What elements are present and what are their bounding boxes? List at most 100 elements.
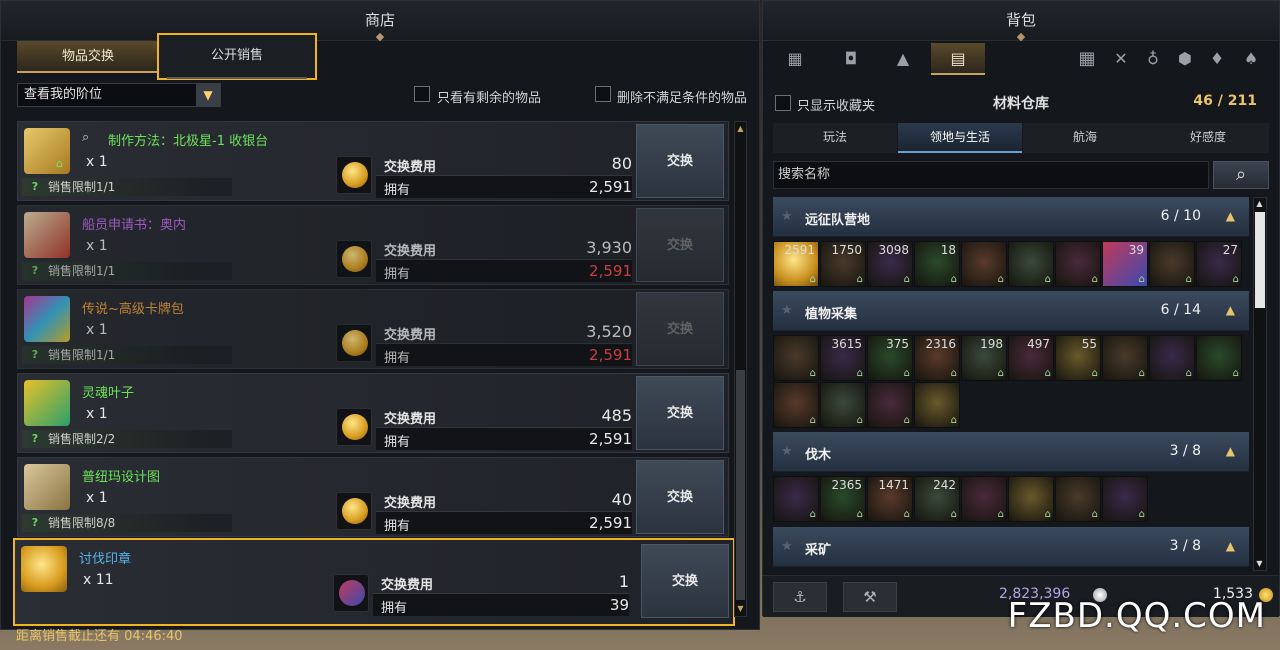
- remaining-only-checkbox[interactable]: [414, 86, 430, 102]
- collapse-icon[interactable]: ▲: [1226, 303, 1235, 317]
- watermark: FZBD.QQ.COM: [1007, 596, 1266, 636]
- exchange-button[interactable]: 交换: [636, 208, 724, 282]
- divider: [376, 175, 632, 176]
- category-header[interactable]: ★ 远征队营地 6 / 10 ▲: [773, 197, 1249, 237]
- slot-count: 2591: [784, 243, 815, 257]
- divider: [376, 511, 632, 512]
- material-slot[interactable]: ⌂: [914, 382, 960, 428]
- question-icon: ?: [31, 432, 39, 445]
- material-slot[interactable]: ⌂: [773, 335, 819, 381]
- currency-icon: [336, 156, 372, 194]
- material-slot[interactable]: ⌂: [1102, 476, 1148, 522]
- backpack-icon[interactable]: ◘: [831, 43, 871, 75]
- subtab-gameplay[interactable]: 玩法: [773, 123, 897, 153]
- material-slot[interactable]: ⌂: [1055, 476, 1101, 522]
- anchor-icon[interactable]: ⚓: [773, 582, 827, 612]
- exchange-button[interactable]: 交换: [636, 460, 724, 534]
- bag-scrollbar[interactable]: ▲ ▼: [1253, 197, 1267, 571]
- material-book-icon[interactable]: ▤: [931, 43, 985, 75]
- material-slot[interactable]: 55 ⌂: [1055, 335, 1101, 381]
- material-slot[interactable]: ⌂: [1008, 241, 1054, 287]
- material-slot[interactable]: 3098 ⌂: [867, 241, 913, 287]
- material-slot[interactable]: ⌂: [1149, 241, 1195, 287]
- slot-count: 2365: [831, 478, 862, 492]
- item-name: 普纽玛设计图: [82, 470, 161, 485]
- search-icon[interactable]: ⌕: [1213, 161, 1269, 189]
- exchange-button[interactable]: 交换: [636, 376, 724, 450]
- material-slot[interactable]: 2316 ⌂: [914, 335, 960, 381]
- material-slot[interactable]: ⌂: [820, 382, 866, 428]
- home-icon: ⌂: [903, 509, 910, 520]
- hammer-icon[interactable]: ⚒: [843, 582, 897, 612]
- material-slot[interactable]: ⌂: [867, 382, 913, 428]
- cost-box: 交换费用 40 拥有 2,591: [336, 490, 632, 534]
- material-slot[interactable]: 27 ⌂: [1196, 241, 1242, 287]
- category-header[interactable]: ★ 植物采集 6 / 14 ▲: [773, 291, 1249, 331]
- remove-unmet-checkbox[interactable]: [595, 86, 611, 102]
- category-header[interactable]: ★ 采矿 3 / 8 ▲: [773, 527, 1249, 567]
- subtab-rapport[interactable]: 好感度: [1147, 123, 1269, 153]
- item-quantity: x 1: [86, 322, 108, 338]
- material-slot[interactable]: ⌂: [773, 476, 819, 522]
- rank-dropdown[interactable]: 查看我的阶位 ▼: [17, 83, 221, 107]
- material-slot[interactable]: 3615 ⌂: [820, 335, 866, 381]
- currency-icon: [336, 240, 372, 278]
- scroll-up-icon[interactable]: ▲: [735, 123, 746, 135]
- exchange-button[interactable]: 交换: [636, 292, 724, 366]
- grid-view-icon[interactable]: ▦: [775, 43, 815, 75]
- material-slot[interactable]: ⌂: [961, 241, 1007, 287]
- scroll-down-icon[interactable]: ▼: [1254, 558, 1265, 570]
- subtab-sailing[interactable]: 航海: [1023, 123, 1147, 153]
- home-icon: ⌂: [1185, 274, 1192, 285]
- scroll-thumb[interactable]: [736, 370, 745, 600]
- shop-panel: 商店 ◆ 物品交换 公开销售 查看我的阶位 ▼ 只看有剩余的物品 删除不满足条件…: [0, 0, 760, 630]
- material-slot[interactable]: 1750 ⌂: [820, 241, 866, 287]
- material-slot[interactable]: 242 ⌂: [914, 476, 960, 522]
- tab-item-exchange[interactable]: 物品交换: [17, 41, 159, 73]
- material-slot[interactable]: 18 ⌂: [914, 241, 960, 287]
- home-icon: ⌂: [950, 415, 957, 426]
- star-icon[interactable]: ★: [781, 539, 793, 554]
- material-slot[interactable]: 198 ⌂: [961, 335, 1007, 381]
- material-slot[interactable]: ⌂: [1102, 335, 1148, 381]
- collapse-icon[interactable]: ▲: [1226, 444, 1235, 458]
- scroll-thumb[interactable]: [1255, 212, 1265, 308]
- currency-icon: [333, 574, 369, 612]
- tab-public-sale[interactable]: 公开销售: [157, 33, 317, 80]
- subtab-stronghold-life[interactable]: 领地与生活: [898, 123, 1022, 153]
- exchange-button[interactable]: 交换: [636, 124, 724, 198]
- cards-icon[interactable]: ♠: [1231, 43, 1271, 75]
- hat-icon[interactable]: ▲: [883, 43, 923, 75]
- question-icon: ?: [31, 180, 39, 193]
- scroll-down-icon[interactable]: ▼: [735, 603, 746, 615]
- collapse-icon[interactable]: ▲: [1226, 209, 1235, 223]
- shop-scrollbar[interactable]: ▲ ▼: [734, 121, 747, 617]
- storage-subtabs: 玩法 领地与生活 航海 好感度: [773, 123, 1269, 155]
- slot-count: 55: [1081, 337, 1097, 351]
- collapse-icon[interactable]: ▲: [1226, 539, 1235, 553]
- material-slot[interactable]: 2365 ⌂: [820, 476, 866, 522]
- star-icon[interactable]: ★: [781, 209, 793, 224]
- magnifier-icon[interactable]: ⌕: [82, 130, 89, 145]
- material-slot[interactable]: ⌂: [1008, 476, 1054, 522]
- material-slot[interactable]: ⌂: [961, 476, 1007, 522]
- category-header[interactable]: ★ 伐木 3 / 8 ▲: [773, 432, 1249, 472]
- material-slot[interactable]: 1471 ⌂: [867, 476, 913, 522]
- material-slot[interactable]: 497 ⌂: [1008, 335, 1054, 381]
- material-slot[interactable]: 2591 ⌂: [773, 241, 819, 287]
- material-slot[interactable]: ⌂: [1196, 335, 1242, 381]
- star-icon[interactable]: ★: [781, 303, 793, 318]
- material-slot[interactable]: 375 ⌂: [867, 335, 913, 381]
- chevron-down-icon[interactable]: ▼: [196, 84, 220, 106]
- material-slot[interactable]: 39 ⌂: [1102, 241, 1148, 287]
- sale-item-list: ⌂ ⌕ 制作方法：北极星-1 收银台 x 1 ? 销售限制1/1 交换费用 80 …: [13, 121, 735, 626]
- cost-label: 交换费用: [384, 496, 437, 511]
- material-slot[interactable]: ⌂: [773, 382, 819, 428]
- scroll-up-icon[interactable]: ▲: [1254, 198, 1265, 210]
- own-label: 拥有: [384, 435, 411, 450]
- star-icon[interactable]: ★: [781, 444, 793, 459]
- search-input[interactable]: 搜索名称: [773, 161, 1209, 189]
- material-slot[interactable]: ⌂: [1149, 335, 1195, 381]
- exchange-button[interactable]: 交换: [641, 544, 729, 618]
- material-slot[interactable]: ⌂: [1055, 241, 1101, 287]
